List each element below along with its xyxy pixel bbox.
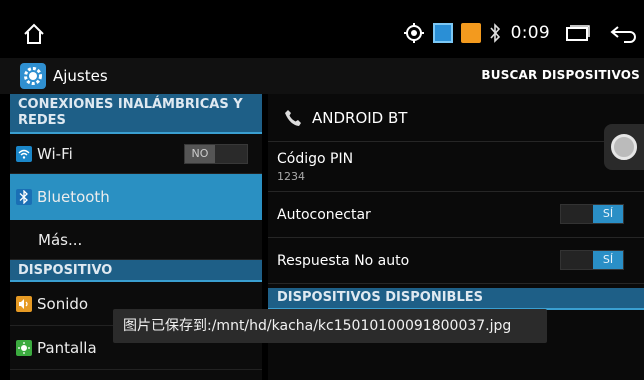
sidebar-item-bluetooth[interactable]: Bluetooth: [10, 174, 262, 220]
autoconnect-toggle[interactable]: SÍ: [560, 204, 624, 224]
sidebar-item-label: Wi-Fi: [37, 144, 73, 163]
autoconnect-toggle-label: SÍ: [593, 205, 623, 223]
bluetooth-device-name: ANDROID BT: [312, 108, 408, 127]
pin-code-row[interactable]: Código PIN 1234: [268, 142, 644, 192]
sidebar-item-label: Bluetooth: [37, 188, 110, 206]
status-icons: 0:09: [403, 20, 638, 46]
bluetooth-device-name-row[interactable]: ANDROID BT: [268, 94, 644, 142]
wifi-toggle-label: NO: [185, 145, 215, 163]
page-title: Ajustes: [53, 67, 108, 85]
back-icon[interactable]: [608, 23, 638, 43]
section-header-wireless: CONEXIONES INALÁMBRICAS Y REDES: [10, 94, 262, 134]
gps-icon: [403, 23, 424, 43]
action-bar: Ajustes BUSCAR DISPOSITIVOS: [0, 58, 644, 94]
camera-app-icon: [460, 23, 481, 43]
wifi-icon: [16, 145, 32, 162]
autoconnect-row[interactable]: Autoconectar SÍ: [268, 192, 644, 238]
sidebar-item-label: Más...: [38, 230, 83, 249]
phone-icon: [285, 109, 301, 126]
wifi-toggle[interactable]: NO: [184, 144, 248, 164]
sidebar-item-more[interactable]: Más...: [10, 220, 262, 260]
scan-devices-button[interactable]: BUSCAR DISPOSITIVOS: [481, 68, 640, 82]
pin-code-label: Código PIN: [277, 150, 354, 167]
settings-gear-icon[interactable]: [20, 63, 46, 89]
recents-icon[interactable]: [566, 25, 590, 41]
sidebar-item-wifi[interactable]: Wi-Fi NO: [10, 134, 262, 174]
clock: 0:09: [510, 23, 550, 43]
auto-answer-row[interactable]: Respuesta No auto SÍ: [268, 238, 644, 284]
screenshot-saved-toast: 图片已保存到:/mnt/hd/kacha/kc15010100091800037…: [113, 309, 547, 343]
auto-answer-toggle[interactable]: SÍ: [560, 250, 624, 270]
auto-answer-toggle-label: SÍ: [593, 251, 623, 269]
home-icon[interactable]: [22, 22, 46, 46]
sidebar-item-label: Sonido: [37, 294, 89, 313]
display-icon: [16, 339, 32, 356]
bluetooth-icon: [16, 189, 32, 205]
pin-code-value: 1234: [277, 169, 305, 183]
bluetooth-status-icon: [490, 23, 500, 43]
status-bar: 0:09: [0, 0, 644, 58]
sound-icon: [16, 295, 32, 312]
section-header-available-devices: DISPOSITIVOS DISPONIBLES: [268, 288, 644, 310]
cast-icon: [432, 23, 453, 43]
section-header-device: DISPOSITIVO: [10, 260, 262, 282]
sidebar-item-label: Pantalla: [37, 338, 97, 357]
